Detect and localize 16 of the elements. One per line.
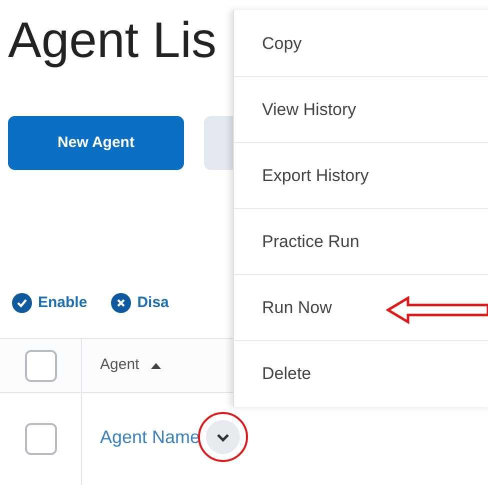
- menu-item[interactable]: Run Now: [262, 294, 332, 320]
- menu-item[interactable]: Export History: [262, 162, 369, 188]
- column-header[interactable]: Agent: [100, 354, 140, 377]
- agent-name-link[interactable]: Agent Name: [100, 424, 200, 450]
- checkbox[interactable]: [24, 350, 56, 382]
- row-menu-button[interactable]: [206, 420, 240, 454]
- menu-item[interactable]: Practice Run: [262, 228, 360, 254]
- menu-item[interactable]: View History: [262, 96, 356, 122]
- menu-item[interactable]: Delete: [262, 361, 312, 387]
- chevron-down-icon: [216, 432, 230, 442]
- action-link[interactable]: Disa: [111, 292, 169, 314]
- action-link[interactable]: Enable: [12, 292, 88, 314]
- new-agent-button[interactable]: New Agent: [8, 116, 184, 170]
- menu-item[interactable]: Copy: [262, 30, 302, 56]
- checkbox[interactable]: [24, 423, 56, 455]
- page-title: Agent Lis: [8, 11, 216, 70]
